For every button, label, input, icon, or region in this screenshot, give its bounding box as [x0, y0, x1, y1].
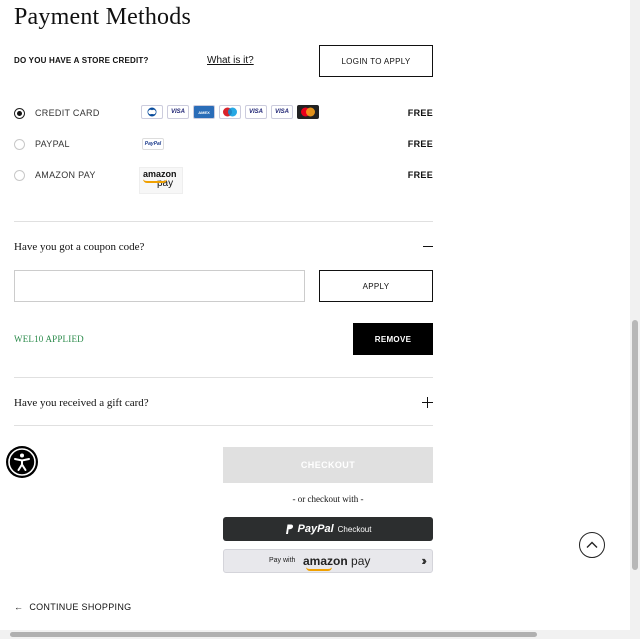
amex-icon: AMEX	[193, 105, 215, 119]
coupon-code-input[interactable]	[14, 270, 305, 302]
alt-checkout-text: - or checkout with -	[292, 494, 364, 504]
payment-price: FREE	[407, 108, 433, 118]
what-is-it-link[interactable]: What is it?	[207, 55, 254, 66]
checkout-button[interactable]: CHECKOUT	[223, 447, 433, 483]
amazon-pay-button[interactable]: Pay with amazon pay ››	[223, 549, 433, 573]
divider	[14, 377, 433, 378]
scroll-to-top-button[interactable]	[579, 532, 605, 558]
payment-name: PAYPAL	[35, 139, 70, 149]
gift-card-question[interactable]: Have you received a gift card?	[14, 397, 149, 409]
coupon-applied-text: WEL10 APPLIED	[14, 334, 84, 344]
page-title: Payment Methods	[14, 4, 191, 30]
arrow-left-icon: ←	[14, 602, 24, 612]
divider	[14, 221, 433, 222]
coupon-question[interactable]: Have you got a coupon code?	[14, 241, 144, 253]
radio-amazon-pay[interactable]	[14, 170, 25, 181]
collapse-minus-icon[interactable]	[423, 246, 433, 247]
apply-coupon-button[interactable]: APPLY	[319, 270, 433, 302]
amazon-brand: amazon	[303, 554, 348, 568]
radio-paypal[interactable]	[14, 139, 25, 150]
login-to-apply-button[interactable]: LOGIN TO APPLY	[319, 45, 433, 77]
maestro-icon	[219, 105, 241, 119]
payment-price: FREE	[407, 170, 433, 180]
paypal-checkout-label: Checkout	[337, 524, 372, 534]
remove-coupon-button[interactable]: REMOVE	[353, 323, 433, 355]
payment-name: CREDIT CARD	[35, 108, 100, 118]
card-logos: VISA AMEX VISA VISA	[141, 105, 319, 119]
expand-plus-icon[interactable]	[422, 397, 433, 408]
payment-name: AMAZON PAY	[35, 170, 96, 180]
chevron-right-icon: ››	[421, 553, 426, 568]
chevron-up-icon	[586, 541, 598, 548]
store-credit-question: DO YOU HAVE A STORE CREDIT?	[14, 56, 149, 65]
horizontal-scrollbar-thumb[interactable]	[10, 632, 537, 637]
paypal-p-icon	[285, 524, 293, 534]
amazon-smile-icon	[143, 179, 167, 183]
paypal-checkout-button[interactable]: PayPal Checkout	[223, 517, 433, 541]
payment-option-amazon-pay[interactable]: AMAZON PAY amazon pay FREE	[14, 167, 433, 197]
visa-debit-icon: VISA	[271, 105, 293, 119]
continue-shopping-link[interactable]: ← CONTINUE SHOPPING	[14, 602, 131, 612]
divider	[14, 425, 433, 426]
diners-club-icon	[141, 105, 163, 119]
payment-option-credit-card[interactable]: CREDIT CARD VISA AMEX VISA VISA FREE	[14, 105, 433, 125]
continue-shopping-label: CONTINUE SHOPPING	[29, 602, 132, 612]
mastercard-icon	[297, 105, 319, 119]
accessibility-icon[interactable]	[6, 446, 38, 478]
paypal-icon: PayPal	[142, 138, 164, 150]
visa-icon: VISA	[167, 105, 189, 119]
amazon-smile-icon	[306, 567, 332, 571]
amazon-pay-wordmark: amazon pay	[303, 554, 370, 568]
payment-price: FREE	[407, 139, 433, 149]
pay-with-label: Pay with	[269, 557, 296, 564]
visa-electron-icon: VISA	[245, 105, 267, 119]
vertical-scrollbar-thumb[interactable]	[632, 320, 638, 570]
amazon-pay-icon: amazon pay	[139, 167, 183, 194]
radio-credit-card[interactable]	[14, 108, 25, 119]
paypal-wordmark: PayPal	[297, 523, 334, 535]
payment-option-paypal[interactable]: PAYPAL PayPal FREE	[14, 136, 433, 156]
amazon-pay-text: pay	[351, 554, 371, 568]
